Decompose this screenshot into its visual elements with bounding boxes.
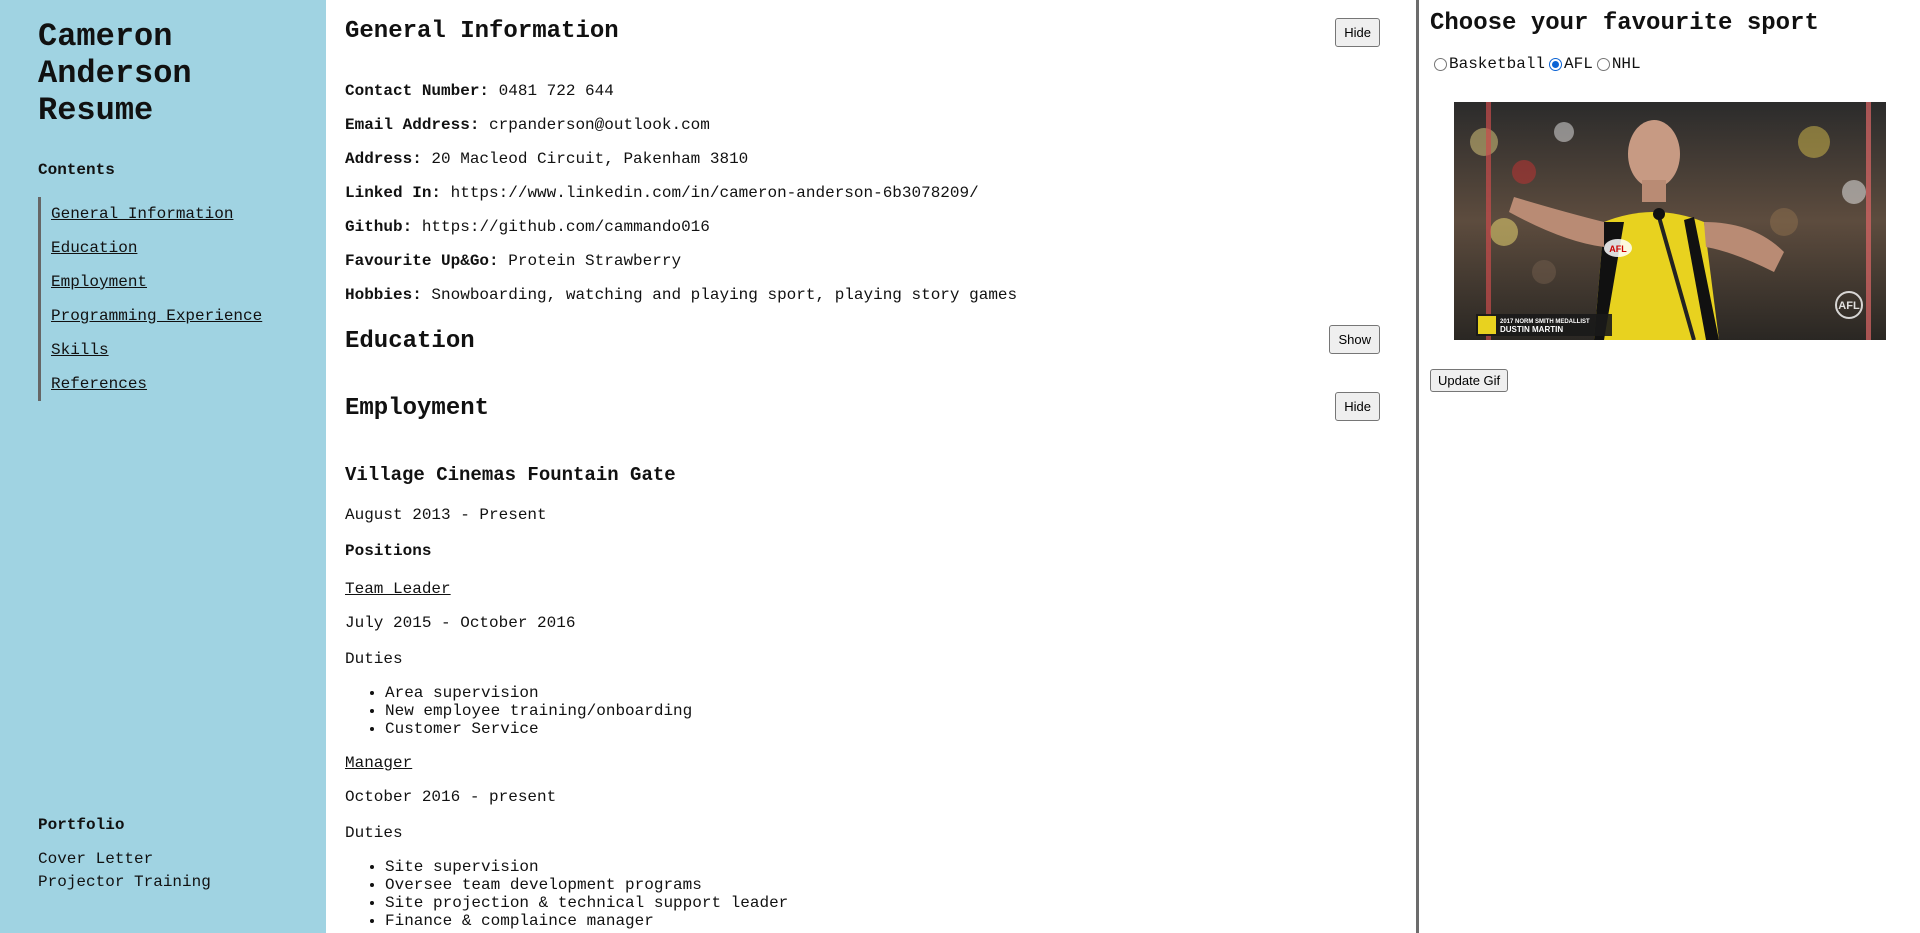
toc-item-programming-experience: Programming Experience <box>51 299 326 333</box>
role-period: October 2016 - present <box>345 788 557 806</box>
field-label: Email Address: <box>345 116 480 134</box>
radio-afl-label: AFL <box>1564 55 1593 73</box>
employment-hide-button[interactable]: Hide <box>1335 392 1380 421</box>
panel-divider <box>1416 0 1419 933</box>
radio-basketball-dot[interactable] <box>1434 57 1447 71</box>
field-label: Github: <box>345 218 413 236</box>
employment-title: Employment <box>345 395 490 422</box>
sport-panel: Choose your favourite sport Basketball A… <box>1430 0 1920 933</box>
toc-item-employment: Employment <box>51 265 326 299</box>
favourite-upandgo-row: Favourite Up&Go: Protein Strawberry <box>345 252 1380 271</box>
radio-nhl-label: NHL <box>1611 55 1641 73</box>
education-title: Education <box>345 328 475 355</box>
toc-item-references: References <box>51 367 326 401</box>
sport-radio-group: Basketball AFL NHL <box>1434 55 1920 73</box>
duties-label: Duties <box>345 824 403 842</box>
general-information-hide-button[interactable]: Hide <box>1335 18 1380 47</box>
field-value: crpanderson@outlook.com <box>489 116 710 134</box>
update-gif-button[interactable]: Update Gif <box>1430 369 1509 392</box>
sport-title: Choose your favourite sport <box>1430 10 1819 37</box>
education-header: Education Show <box>345 320 1380 386</box>
field-value: 20 Macleod Circuit, Pakenham 3810 <box>431 150 749 168</box>
address-row: Address: 20 Macleod Circuit, Pakenham 38… <box>345 150 1380 169</box>
field-label: Favourite Up&Go: <box>345 252 499 270</box>
contact-number-row: Contact Number: 0481 722 644 <box>345 82 1380 101</box>
duties-list: Site supervision Oversee team developmen… <box>345 858 1380 930</box>
email-address-row: Email Address: crpanderson@outlook.com <box>345 116 1380 135</box>
list-item: Customer Service <box>385 720 1380 738</box>
radio-nhl-dot[interactable] <box>1596 57 1610 71</box>
radio-nhl[interactable]: NHL <box>1596 55 1641 73</box>
general-information-section: General Information Hide Contact Number:… <box>345 0 1380 305</box>
portfolio-section: Portfolio Cover Letter Projector Trainin… <box>38 816 211 894</box>
field-label: Contact Number: <box>345 82 490 100</box>
duties-label: Duties <box>345 650 403 668</box>
gif-caption-name: DUSTIN MARTIN <box>1500 325 1563 334</box>
field-value: Protein Strawberry <box>508 252 682 270</box>
role-title-team-leader: Team Leader <box>345 580 451 598</box>
field-value: 0481 722 644 <box>498 82 614 100</box>
hobbies-row: Hobbies: Snowboarding, watching and play… <box>345 286 1380 305</box>
list-item: Area supervision <box>385 684 1380 702</box>
field-value: https://github.com/cammando016 <box>421 218 710 236</box>
toc-link-programming-experience[interactable]: Programming Experience <box>51 307 262 325</box>
portfolio-item-cover-letter[interactable]: Cover Letter <box>38 848 211 871</box>
education-show-button[interactable]: Show <box>1329 325 1380 354</box>
employment-section: Employment Hide Village Cinemas Fountain… <box>345 386 1380 930</box>
general-information-body: Contact Number: 0481 722 644 Email Addre… <box>345 66 1380 305</box>
github-row: Github: https://github.com/cammando016 <box>345 218 1380 237</box>
toc-link-employment[interactable]: Employment <box>51 273 147 291</box>
portfolio-heading: Portfolio <box>38 816 125 834</box>
toc-link-general-information[interactable]: General Information <box>51 205 233 223</box>
general-information-header: General Information Hide <box>345 0 1380 66</box>
duties-list: Area supervision New employee training/o… <box>345 684 1380 738</box>
employer-name: Village Cinemas Fountain Gate <box>345 464 676 486</box>
radio-afl-dot[interactable] <box>1549 57 1563 71</box>
role-period: July 2015 - October 2016 <box>345 614 576 632</box>
main-content: General Information Hide Contact Number:… <box>345 0 1380 933</box>
radio-afl[interactable]: AFL <box>1549 55 1593 73</box>
contents-heading: Contents <box>38 161 115 179</box>
list-item: Finance & complaince manager <box>385 912 1380 930</box>
resume-page: Cameron Anderson Resume Contents General… <box>0 0 1920 933</box>
radio-basketball-label: Basketball <box>1449 55 1546 73</box>
radio-basketball[interactable]: Basketball <box>1434 55 1545 73</box>
toc-link-education[interactable]: Education <box>51 239 137 257</box>
list-item: Oversee team development programs <box>385 876 1380 894</box>
list-item: Site projection & technical support lead… <box>385 894 1380 912</box>
field-label: Address: <box>345 150 422 168</box>
employment-body: Village Cinemas Fountain Gate August 201… <box>345 464 1380 930</box>
gif-watermark-text: AFL <box>1838 300 1860 312</box>
field-value: Snowboarding, watching and playing sport… <box>431 286 1018 304</box>
general-information-title: General Information <box>345 18 619 45</box>
role-title-manager: Manager <box>345 754 413 772</box>
toc-link-skills[interactable]: Skills <box>51 341 109 359</box>
portfolio-item-projector-training[interactable]: Projector Training <box>38 871 211 894</box>
list-item: New employee training/onboarding <box>385 702 1380 720</box>
employment-period: August 2013 - Present <box>345 506 547 524</box>
field-label: Hobbies: <box>345 286 422 304</box>
list-item: Site supervision <box>385 858 1380 876</box>
field-value: https://www.linkedin.com/in/cameron-ande… <box>450 184 979 202</box>
jumper-logo-text: AFL <box>1609 244 1627 254</box>
education-section: Education Show <box>345 320 1380 386</box>
linkedin-row: Linked In: https://www.linkedin.com/in/c… <box>345 184 1380 203</box>
employment-header: Employment Hide <box>345 386 1380 464</box>
toc-item-general-information: General Information <box>51 197 326 231</box>
positions-heading: Positions <box>345 542 432 560</box>
sidebar: Cameron Anderson Resume Contents General… <box>0 0 326 933</box>
table-of-contents: General Information Education Employment… <box>38 197 326 401</box>
toc-link-references[interactable]: References <box>51 375 147 393</box>
resume-title: Cameron Anderson Resume <box>38 18 192 129</box>
toc-item-skills: Skills <box>51 333 326 367</box>
sport-gif: AFL AFL 2017 NORM SMITH MEDALLIST DUSTIN… <box>1454 102 1886 340</box>
toc-item-education: Education <box>51 231 326 265</box>
field-label: Linked In: <box>345 184 442 202</box>
sport-gif-image: AFL AFL 2017 NORM SMITH MEDALLIST DUSTIN… <box>1454 102 1886 340</box>
